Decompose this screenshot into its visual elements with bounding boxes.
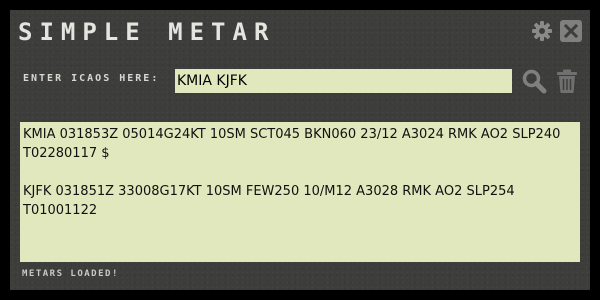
status-message: Metars Loaded! — [22, 269, 119, 279]
settings-button[interactable] — [531, 20, 553, 42]
metar-entry: KJFK 031851Z 33008G17KT 10SM FEW250 10/M… — [23, 184, 515, 218]
icao-input-label: Enter ICAOs Here: — [23, 73, 160, 84]
app-window: Simple Metar Enter ICAOs Here: — [0, 0, 600, 300]
search-button[interactable] — [521, 68, 547, 94]
gear-icon — [532, 21, 552, 41]
app-title: Simple Metar — [18, 18, 276, 46]
close-icon — [563, 23, 579, 39]
search-icon — [522, 69, 547, 94]
icao-input[interactable] — [175, 69, 512, 93]
clear-button[interactable] — [554, 68, 580, 94]
metar-entry: KMIA 031853Z 05014G24KT 10SM SCT045 BKN0… — [23, 127, 561, 161]
trash-icon — [557, 69, 577, 93]
metar-output: KMIA 031853Z 05014G24KT 10SM SCT045 BKN0… — [20, 122, 580, 262]
close-button[interactable] — [560, 20, 582, 42]
